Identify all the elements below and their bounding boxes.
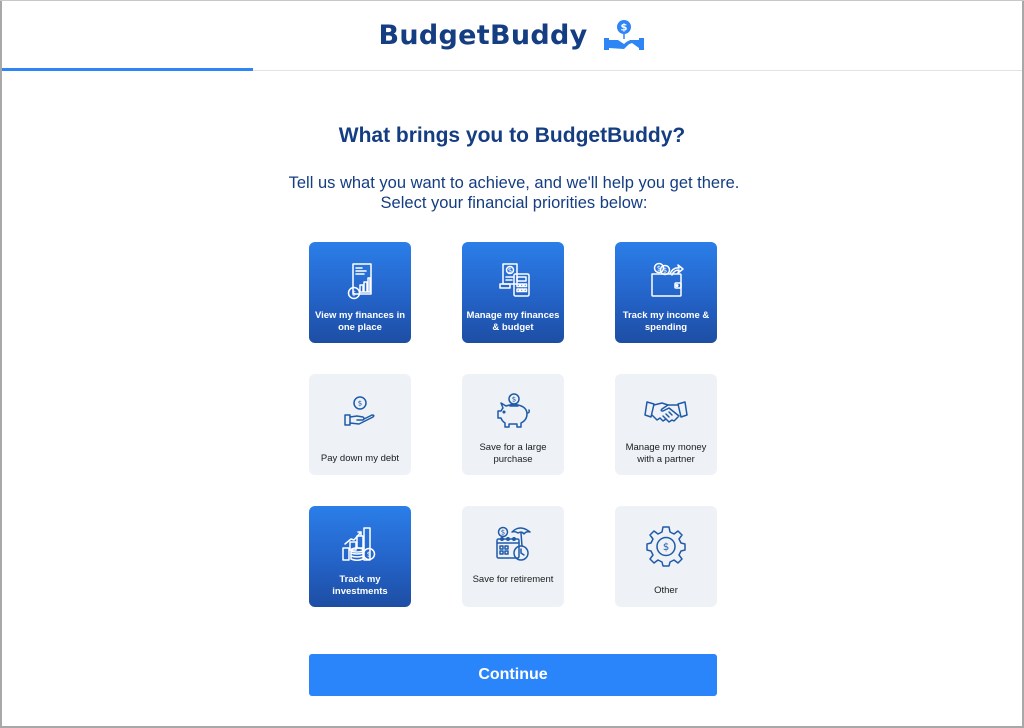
option-label: Track my income & spending bbox=[622, 310, 710, 333]
receipt-calculator-icon: $ bbox=[499, 263, 530, 297]
option-label: Pay down my debt bbox=[320, 453, 400, 464]
gear-dollar-icon: $ bbox=[646, 526, 686, 567]
page-subtitle: Tell us what you want to achieve, and we… bbox=[288, 174, 740, 212]
svg-text:$: $ bbox=[663, 542, 669, 553]
option-label: Manage my finances & budget bbox=[466, 310, 560, 333]
svg-text:$: $ bbox=[508, 267, 512, 275]
svg-text:$: $ bbox=[512, 396, 516, 404]
svg-text:$: $ bbox=[367, 551, 371, 559]
piggy-bank-icon: $ bbox=[497, 393, 530, 428]
option-card-save-retirement[interactable]: $ Save for retirement bbox=[462, 506, 564, 607]
option-card-manage-partner[interactable]: Manage my money with a partner bbox=[615, 374, 717, 475]
option-label: Manage my money with a partner bbox=[625, 442, 707, 465]
hand-coin-handshake-icon: $ bbox=[603, 19, 644, 50]
brand-name: BudgetBuddy bbox=[378, 20, 588, 51]
option-label: Track my investments bbox=[332, 574, 388, 597]
option-card-track-income[interactable]: $ $ Track my income & spending bbox=[615, 242, 717, 343]
option-label: Save for retirement bbox=[472, 574, 554, 585]
calendar-umbrella-clock-icon: $ bbox=[496, 526, 531, 561]
option-card-track-investments[interactable]: $ Track my investments bbox=[309, 506, 411, 607]
priority-options-grid: $ View my finances in one place $ Manage… bbox=[309, 242, 717, 607]
handshake-icon bbox=[644, 401, 688, 423]
svg-text:$: $ bbox=[352, 290, 356, 298]
app-header: BudgetBuddy $ bbox=[2, 0, 1022, 71]
option-label: Other bbox=[654, 585, 678, 596]
svg-text:$: $ bbox=[620, 22, 627, 33]
option-label: View my finances in one place bbox=[314, 310, 406, 333]
svg-text:$: $ bbox=[358, 400, 362, 408]
option-label: Save for a large purchase bbox=[479, 442, 547, 465]
svg-text:$: $ bbox=[501, 529, 505, 537]
progress-bar bbox=[2, 68, 253, 71]
page-frame: BudgetBuddy $ What brings you to BudgetB… bbox=[0, 0, 1024, 728]
page-title: What brings you to BudgetBuddy? bbox=[338, 124, 686, 147]
option-card-view-finances[interactable]: $ View my finances in one place bbox=[309, 242, 411, 343]
option-card-manage-budget[interactable]: $ Manage my finances & budget bbox=[462, 242, 564, 343]
option-card-save-purchase[interactable]: $ Save for a large purchase bbox=[462, 374, 564, 475]
option-card-pay-debt[interactable]: $ Pay down my debt bbox=[309, 374, 411, 475]
report-chart-icon: $ bbox=[347, 263, 372, 300]
wallet-coins-icon: $ $ bbox=[651, 262, 684, 297]
investment-growth-icon: $ bbox=[342, 527, 376, 561]
option-card-other[interactable]: $ Other bbox=[615, 506, 717, 607]
continue-button[interactable]: Continue bbox=[309, 654, 717, 696]
hand-coin-icon: $ bbox=[344, 396, 375, 426]
